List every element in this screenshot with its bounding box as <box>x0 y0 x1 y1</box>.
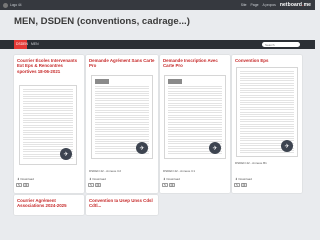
card-title[interactable]: Courrier Écoles Intervenants Ext Eps & R… <box>17 58 81 74</box>
page-title: MEN, DSDEN (conventions, cadrage...) <box>14 16 190 27</box>
download-link[interactable]: ⬇ Download <box>163 177 180 181</box>
user-menu[interactable]: Logo 44 <box>3 2 22 8</box>
link-icon[interactable]: ⛓ <box>95 183 101 187</box>
card-title[interactable]: Convention Eps <box>235 58 299 63</box>
card-caption: DSDEN 42 - Annexe C1 <box>163 169 196 173</box>
thumbnail-header <box>95 79 109 84</box>
share-badge-icon: ✈ <box>60 148 72 160</box>
download-link[interactable]: ⬇ Download <box>235 177 252 181</box>
document-card[interactable]: Convention Ia Usep Unss Cdsl Cdtl... <box>86 195 158 215</box>
link-icon[interactable]: ⛓ <box>169 183 175 187</box>
card-actions: ✎ ⛓ <box>16 183 29 187</box>
card-title[interactable]: Convention Ia Usep Unss Cdsl Cdtl... <box>89 198 155 209</box>
search-input[interactable] <box>262 42 300 47</box>
share-badge-icon: ✈ <box>136 142 148 154</box>
card-title[interactable]: Courrier Agrément Associations 2024-2025 <box>17 198 81 209</box>
link-icon[interactable]: ⛓ <box>23 183 29 187</box>
download-label: Download <box>166 177 180 181</box>
nav-link-page[interactable]: Page <box>251 3 259 7</box>
edit-icon[interactable]: ✎ <box>162 183 168 187</box>
download-icon: ⬇ <box>89 177 92 181</box>
document-thumbnail[interactable]: ✈ <box>91 75 153 159</box>
tab-dsden[interactable]: DSDEN <box>14 40 28 49</box>
document-card[interactable]: Demande Agrément Sans Carte Pro ✈ DSDEN … <box>86 55 158 193</box>
document-thumbnail[interactable]: ✈ <box>164 75 226 159</box>
download-label: Download <box>92 177 106 181</box>
download-link[interactable]: ⬇ Download <box>89 177 106 181</box>
document-card[interactable]: Courrier Écoles Intervenants Ext Eps & R… <box>14 55 84 193</box>
brand-logo[interactable]: netboard.me <box>280 2 311 8</box>
top-right-nav: Site Page A propos netboard.me <box>241 0 311 10</box>
top-bar: Logo 44 Site Page A propos netboard.me <box>0 0 315 10</box>
user-avatar-icon <box>3 2 8 8</box>
card-actions: ✎ ⛓ <box>234 183 247 187</box>
link-icon[interactable]: ⛓ <box>241 183 247 187</box>
download-label: Download <box>20 177 34 181</box>
brand-main: netboard <box>279 2 303 8</box>
document-card[interactable]: Convention Eps ✈ DSDEN 42 - Annexe B1 ⬇ D… <box>232 55 302 193</box>
card-title[interactable]: Demande Agrément Sans Carte Pro <box>89 58 155 69</box>
card-caption: DSDEN 42 - Annexe B1 <box>235 161 267 165</box>
document-card[interactable]: Courrier Agrément Associations 2024-2025 <box>14 195 84 215</box>
share-badge-icon: ✈ <box>281 140 293 152</box>
download-icon: ⬇ <box>235 177 238 181</box>
card-actions: ✎ ⛓ <box>162 183 175 187</box>
document-thumbnail[interactable]: ✈ <box>236 67 298 157</box>
document-card[interactable]: Demande Inscription Avec Carte Pro ✈ DSD… <box>160 55 230 193</box>
nav-link-site[interactable]: Site <box>241 3 247 7</box>
edit-icon[interactable]: ✎ <box>88 183 94 187</box>
tab-bar: DSDEN MEN <box>0 40 315 49</box>
download-label: Download <box>238 177 252 181</box>
download-link[interactable]: ⬇ Download <box>17 177 34 181</box>
edit-icon[interactable]: ✎ <box>16 183 22 187</box>
card-caption: DSDEN 42 - Annexe C2 <box>89 169 122 173</box>
card-title[interactable]: Demande Inscription Avec Carte Pro <box>163 58 227 69</box>
thumbnail-header <box>168 79 182 84</box>
tab-men[interactable]: MEN <box>29 40 41 49</box>
download-icon: ⬇ <box>17 177 20 181</box>
edit-icon[interactable]: ✎ <box>234 183 240 187</box>
share-badge-icon: ✈ <box>209 142 221 154</box>
brand-tld: me <box>303 2 311 8</box>
document-thumbnail[interactable]: ✈ <box>19 85 77 165</box>
nav-link-about[interactable]: A propos <box>262 3 275 7</box>
user-label: Logo 44 <box>10 3 22 7</box>
download-icon: ⬇ <box>163 177 166 181</box>
card-actions: ✎ ⛓ <box>88 183 101 187</box>
